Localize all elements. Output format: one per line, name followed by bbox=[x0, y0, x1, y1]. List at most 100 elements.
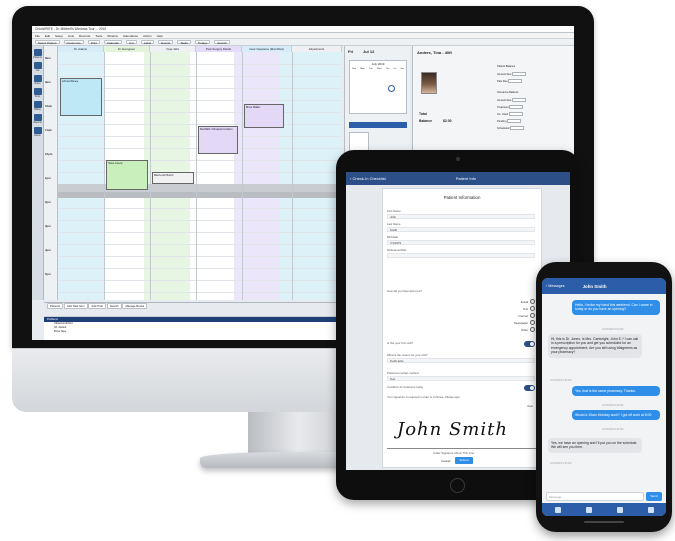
menu-admin[interactable]: Admin bbox=[143, 33, 152, 38]
sidebar-item-cal[interactable]: Cal bbox=[32, 62, 43, 72]
calendar-button[interactable]: Calendar bbox=[103, 40, 123, 45]
back-button[interactable]: ‹ Messages bbox=[546, 284, 565, 288]
weekday-label: Thu bbox=[385, 68, 390, 70]
reason-input[interactable]: Tooth ache bbox=[387, 358, 535, 363]
sidebar-item-reports[interactable]: Reports bbox=[32, 114, 43, 124]
gear-icon[interactable] bbox=[616, 506, 623, 513]
nickname-input[interactable] bbox=[387, 253, 535, 258]
search-button[interactable]: Search bbox=[214, 40, 230, 45]
menu-lists[interactable]: Lists bbox=[68, 33, 74, 38]
weekday-label: Sat bbox=[400, 68, 404, 70]
tab-add-prob[interactable]: Add Prob bbox=[88, 303, 107, 309]
signature-pad[interactable]: John Smith bbox=[387, 409, 539, 449]
sidebar-item-billing[interactable]: Billing bbox=[32, 101, 43, 111]
document-icon[interactable] bbox=[554, 506, 561, 513]
tasks-button[interactable]: Tasks bbox=[177, 40, 191, 45]
nav-title: Patient Info bbox=[455, 176, 477, 181]
tab-search[interactable]: Search bbox=[106, 303, 122, 309]
select-patient-button[interactable]: Select Patient bbox=[35, 40, 60, 45]
radio-label: Email bbox=[521, 299, 528, 304]
column-header[interactable]: Post-Surgery Rehab bbox=[196, 46, 242, 52]
tab-add-task[interactable]: Add Task Item bbox=[63, 303, 88, 309]
radio-button[interactable] bbox=[530, 327, 535, 332]
product-showcase: ChiroWRITE - Dr. Mitchell's Windows Tour… bbox=[0, 0, 675, 541]
camera-icon bbox=[456, 157, 460, 161]
radio-option[interactable]: Email bbox=[521, 299, 535, 304]
month-grid[interactable]: July 2019 Sun Mon Tue Wed Thu Fri Sat bbox=[349, 60, 407, 114]
first-name-input[interactable]: John bbox=[387, 214, 535, 219]
cut-button[interactable]: Cut bbox=[126, 40, 137, 45]
send-button[interactable]: Send bbox=[646, 492, 662, 501]
radio-option[interactable]: Other bbox=[521, 327, 535, 332]
radio-button[interactable] bbox=[530, 299, 535, 304]
time-label: 4pm bbox=[45, 248, 51, 252]
nav-arrows[interactable] bbox=[349, 122, 407, 128]
field-row: Amount Due bbox=[497, 98, 527, 103]
schedule-grid[interactable]: Dr. Adams Dr. Evergreen Yoga Jabs Post-S… bbox=[44, 46, 342, 300]
sidebar-item-notes[interactable]: Notes bbox=[32, 75, 43, 85]
tab-manage-books[interactable]: Manage Books bbox=[122, 303, 148, 309]
grid-line bbox=[58, 76, 342, 77]
back-button[interactable]: ‹ Check-In Checklist bbox=[350, 176, 386, 181]
weekday-label: Tue bbox=[368, 68, 373, 70]
column-header[interactable]: Gear Clearance (Mon/Wed) bbox=[242, 46, 292, 52]
grid-line bbox=[58, 244, 342, 245]
chat-icon[interactable] bbox=[585, 506, 592, 513]
message-timestamp: 10/13/2019 9:32 AM bbox=[602, 428, 624, 431]
menu-help[interactable]: Help bbox=[157, 33, 163, 38]
message-input[interactable]: Message... bbox=[546, 492, 644, 501]
home-button[interactable] bbox=[450, 478, 465, 493]
clear-signature-button[interactable]: clear bbox=[527, 404, 533, 408]
patient-form: Patient Information First Name John Last… bbox=[382, 188, 542, 468]
menu-icon[interactable] bbox=[647, 506, 654, 513]
appointment[interactable]: Jeff and Renee bbox=[60, 78, 102, 116]
events-button[interactable]: Events bbox=[158, 40, 174, 45]
column-header[interactable]: Adjustments bbox=[292, 46, 342, 52]
menu-setup[interactable]: Setup bbox=[55, 33, 63, 38]
appointment[interactable]: Bruce Walker bbox=[244, 104, 284, 128]
menu-records[interactable]: Records bbox=[79, 33, 90, 38]
last-name-input[interactable]: Smith bbox=[387, 227, 535, 232]
grid-line bbox=[58, 160, 342, 161]
weekday-label: Fri bbox=[393, 68, 397, 70]
appointment[interactable]: Mad Lunch Bunch bbox=[152, 172, 194, 184]
sidebar-item-patients[interactable]: Patients bbox=[32, 49, 43, 59]
condition-toggle[interactable] bbox=[524, 385, 535, 391]
birthdate-input[interactable]: 7/1/1979 bbox=[387, 240, 535, 245]
ipad-nav-bar: ‹ Check-In Checklist Patient Info bbox=[346, 172, 570, 185]
radio-option[interactable]: Text bbox=[523, 306, 535, 311]
time-label: 10am bbox=[45, 104, 53, 108]
tab-patients[interactable]: Patients bbox=[47, 303, 64, 309]
grid-line bbox=[58, 172, 342, 173]
cancel-button[interactable]: Cancel bbox=[441, 459, 450, 463]
menu-tools[interactable]: Tools bbox=[95, 33, 102, 38]
menu-file[interactable]: File bbox=[35, 33, 40, 38]
appointment[interactable]: Helen Jovens bbox=[106, 160, 148, 190]
radio-button[interactable] bbox=[530, 320, 535, 325]
appointment[interactable]: Mud Bath. Chiropract Ut Ahem bbox=[198, 126, 238, 154]
menu-attendance[interactable]: Attendance bbox=[123, 33, 138, 38]
value-cell bbox=[512, 72, 527, 77]
submit-button[interactable]: Submit bbox=[455, 457, 473, 464]
column-header[interactable]: Dr. Adams bbox=[58, 46, 104, 52]
todays-button[interactable]: Todays bbox=[194, 40, 211, 45]
column-header[interactable]: Yoga Jabs bbox=[150, 46, 196, 52]
value-cell bbox=[510, 126, 524, 131]
menu-window[interactable]: Window bbox=[107, 33, 118, 38]
menu-edit[interactable]: Edit bbox=[45, 33, 50, 38]
value-cell bbox=[508, 79, 523, 84]
radio-button[interactable] bbox=[530, 306, 535, 311]
sidebar-item-admin[interactable]: Admin bbox=[32, 127, 43, 137]
radio-option[interactable]: Internet bbox=[519, 313, 535, 318]
customize-button[interactable]: Customize bbox=[63, 40, 84, 45]
radio-option[interactable]: Newspaper bbox=[514, 320, 535, 325]
contact-method-input[interactable]: Text bbox=[387, 376, 535, 381]
sidebar-item-docs[interactable]: Docs bbox=[32, 88, 43, 98]
first-visit-toggle[interactable] bbox=[524, 341, 535, 347]
label-button[interactable]: Label bbox=[140, 40, 155, 45]
radio-button[interactable] bbox=[530, 313, 535, 318]
field-label: Treatment bbox=[497, 106, 509, 109]
column-header[interactable]: Dr. Evergreen bbox=[104, 46, 150, 52]
radio-label: Other bbox=[521, 327, 528, 332]
print-button[interactable]: Print bbox=[87, 40, 100, 45]
